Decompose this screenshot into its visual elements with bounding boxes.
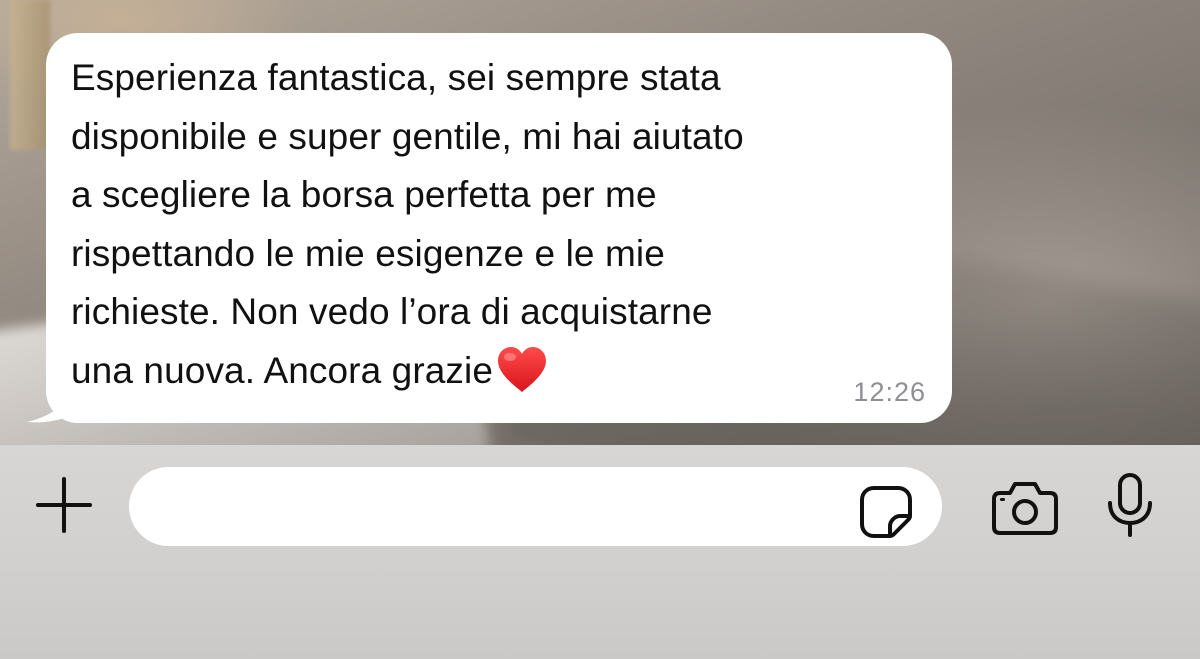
wallpaper-detail <box>10 0 50 150</box>
microphone-icon <box>1108 473 1152 537</box>
message-text: Esperienza fantastica, sei sempre stata … <box>71 49 931 400</box>
camera-icon <box>992 482 1058 535</box>
plus-icon <box>36 477 92 533</box>
sticker-icon <box>860 486 912 538</box>
message-body: Esperienza fantastica, sei sempre stata … <box>71 57 744 391</box>
message-input-bar <box>0 445 1200 659</box>
attach-button[interactable] <box>34 475 94 535</box>
message-input[interactable] <box>129 467 942 546</box>
chat-screen: Esperienza fantastica, sei sempre stata … <box>0 0 1200 659</box>
sticker-button[interactable] <box>858 484 914 540</box>
red-heart-icon <box>495 345 549 395</box>
incoming-message-bubble[interactable]: Esperienza fantastica, sei sempre stata … <box>46 33 952 423</box>
camera-button[interactable] <box>990 479 1060 537</box>
message-timestamp: 12:26 <box>853 377 926 407</box>
microphone-button[interactable] <box>1102 471 1158 541</box>
